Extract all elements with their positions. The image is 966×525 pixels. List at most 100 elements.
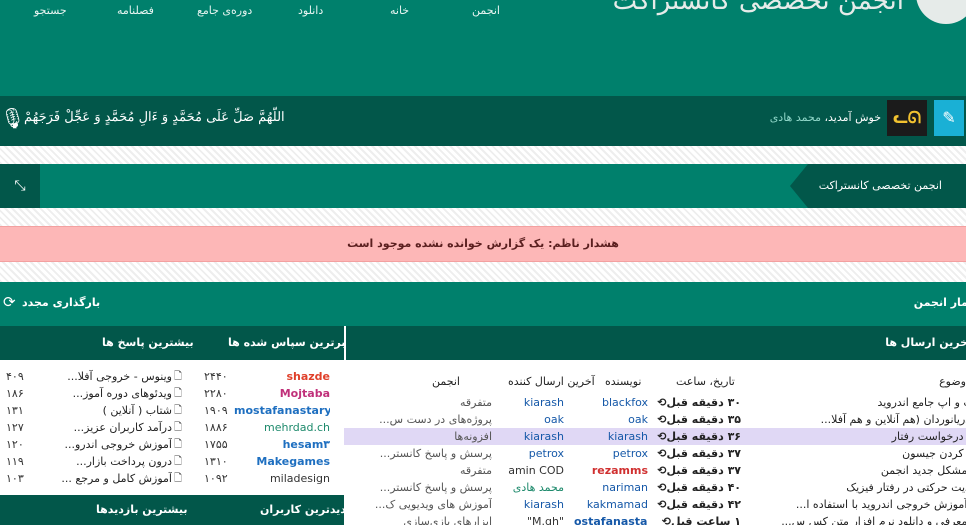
- author-link[interactable]: oak: [574, 411, 648, 428]
- nav-search[interactable]: جستجو: [34, 4, 67, 17]
- welcome-text: خوش آمدید، محمد هادی: [770, 111, 881, 124]
- topic-title-link[interactable]: مهممشکل جدید انجمن: [764, 462, 966, 479]
- nav-forum[interactable]: انجمن: [472, 4, 500, 17]
- col-datetime: تاریخ، ساعت: [676, 375, 735, 388]
- thanked-user-link[interactable]: mehrdad.ch: [234, 419, 330, 436]
- table-row[interactable]: مهممشکل جدید انجمن ۳۷ دقیقه قبل⟲ rezamms a…: [344, 462, 966, 479]
- post-time: ۳۷ دقیقه قبل⟲: [636, 445, 741, 462]
- avatar[interactable]: ᓚᘏ: [887, 100, 927, 136]
- most-replied-topic-link[interactable]: آموزش کامل و مرجع ...: [58, 470, 172, 487]
- document-icon: 🗋: [174, 456, 183, 467]
- table-row[interactable]: ذخیره کردن جیسون ۳۷ دقیقه قبل⟲ petrox petr…: [344, 445, 966, 462]
- last-poster-link[interactable]: kiarash: [504, 394, 564, 411]
- forum-link[interactable]: آموزش های ویدیویی ک...: [348, 496, 492, 513]
- last-poster-link[interactable]: oak: [504, 411, 564, 428]
- post-time-value: ۳۶ دقیقه قبل: [666, 430, 741, 443]
- post-time: ۳۰ دقیقه قبل⟲: [636, 394, 741, 411]
- thanks-count: ۱۰۹۲: [204, 472, 228, 485]
- reply-count: ۱۸۶: [6, 387, 24, 400]
- forum-link[interactable]: پرسش و پاسخ کانستر...: [348, 445, 492, 462]
- reply-count: ۴۰۹: [6, 370, 24, 383]
- thanked-user-link[interactable]: shazde: [234, 368, 330, 385]
- forum-link[interactable]: پرسش و پاسخ کانستر...: [348, 479, 492, 496]
- divider: [0, 146, 966, 164]
- forum-link[interactable]: ابزارهای بازی‌سازی: [348, 513, 492, 525]
- author-link[interactable]: blackfox: [574, 394, 648, 411]
- topic-title: محدودیت حرکتی در رفتار فیزیک: [846, 481, 966, 494]
- topic-title-link[interactable]: ذخیره کردن جیسون: [764, 445, 966, 462]
- thanks-count: ۱۹۰۹: [204, 404, 228, 417]
- goto-last-post-icon[interactable]: ⟲: [662, 515, 671, 525]
- table-row[interactable]: بازی دریانوردان (هم آنلاین و هم آفلا... ۳…: [344, 411, 966, 428]
- post-time-value: ۴۲ دقیقه قبل: [666, 498, 741, 511]
- author-link[interactable]: petrox: [574, 445, 648, 462]
- nav-course[interactable]: دوره‌ی جامع: [197, 4, 252, 17]
- topic-title: ذخیره کردن جیسون: [902, 447, 966, 460]
- thanked-user-link[interactable]: mostafanastary: [234, 402, 330, 419]
- panel-title-most-replies: بیشترین پاسخ ها: [102, 336, 194, 349]
- last-poster-link[interactable]: amin COD: [504, 462, 564, 479]
- divider: [0, 262, 966, 282]
- thanked-user-link[interactable]: miladesign: [234, 470, 330, 487]
- most-replied-topic-link[interactable]: ویدئوهای دوره آموز...: [58, 385, 172, 402]
- nav-download[interactable]: دانلود: [298, 4, 323, 17]
- last-poster-link[interactable]: petrox: [504, 445, 564, 462]
- most-replied-topic-link[interactable]: شتاب ( آنلاین ): [58, 402, 172, 419]
- thanked-user-link[interactable]: hesam۳: [234, 436, 330, 453]
- thanked-user-link[interactable]: Mojtaba: [234, 385, 330, 402]
- forum-link[interactable]: افزونه‌ها: [348, 428, 492, 445]
- most-replied-topic-link[interactable]: آموزش خروجی اندرو...: [58, 436, 172, 453]
- table-row[interactable]: مهمآموزش خروجی اندروید با استفاده ا... ۴۲…: [344, 496, 966, 513]
- last-poster-link[interactable]: "M.gh": [504, 513, 564, 525]
- table-row[interactable]: مارکت و اپ جامع اندروید ۳۰ دقیقه قبل⟲ bla…: [344, 394, 966, 411]
- nav-home[interactable]: خانه: [390, 4, 409, 17]
- thanks-count: ۲۴۴۰: [204, 370, 228, 383]
- topic-title: مشکل جدید انجمن: [880, 464, 966, 477]
- post-time-value: ۳۷ دقیقه قبل: [666, 464, 741, 477]
- reload-icon[interactable]: ⟳: [3, 293, 16, 311]
- latest-posts-header: [346, 326, 966, 360]
- forum-link[interactable]: پروژه‌های در دست س...: [348, 411, 492, 428]
- most-replied-topic-link[interactable]: درآمد کاربران عزیز...: [58, 419, 172, 436]
- thanks-count: ۱۷۵۵: [204, 438, 228, 451]
- last-poster-link[interactable]: kiarash: [504, 428, 564, 445]
- forum-link[interactable]: متفرقه: [348, 462, 492, 479]
- table-row[interactable]: مهممعرفی و دانلود نرم افزار متن کس س... ۱…: [344, 513, 966, 525]
- section-title-tab[interactable]: انجمن تخصصی کانستراکت: [790, 164, 966, 208]
- author-link[interactable]: rezamms: [574, 462, 648, 479]
- most-replied-topic-link[interactable]: وینوس - خروجی آفلا...: [58, 368, 172, 385]
- author-link[interactable]: ostafanastary: [574, 513, 648, 525]
- topic-title-link[interactable]: رفتاردرخواست رفتار: [764, 428, 966, 445]
- last-poster-link[interactable]: kiarash: [504, 496, 564, 513]
- username-link[interactable]: محمد هادی: [770, 111, 821, 124]
- author-link[interactable]: kiarash: [574, 428, 648, 445]
- site-brand: انجمن تخصصی کانستراکت: [612, 0, 904, 16]
- thanks-count: ۱۸۸۶: [204, 421, 228, 434]
- document-icon: 🗋: [174, 388, 183, 399]
- table-row[interactable]: رفتاردرخواست رفتار ۳۶ دقیقه قبل⟲ kiarash k…: [344, 428, 966, 445]
- panel-title-most-thanked: برترین سپاس شده ها: [228, 336, 346, 349]
- document-icon: 🗋: [174, 405, 183, 416]
- topic-title-link[interactable]: مهممعرفی و دانلود نرم افزار متن کس س...: [764, 513, 966, 525]
- topic-title-link[interactable]: مهمآموزش خروجی اندروید با استفاده ا...: [764, 496, 966, 513]
- topic-title-link[interactable]: بازی دریانوردان (هم آنلاین و هم آفلا...: [764, 411, 966, 428]
- reload-button[interactable]: بارگذاری مجدد: [22, 296, 100, 309]
- stats-title: مار انجمن: [913, 296, 966, 309]
- author-link[interactable]: kakmamad: [574, 496, 648, 513]
- expand-icon[interactable]: ⤡: [0, 164, 40, 208]
- topic-title-link[interactable]: محدودیت حرکتی در رفتار فیزیک: [764, 479, 966, 496]
- post-time-value: ۳۷ دقیقه قبل: [666, 447, 741, 460]
- thanked-user-link[interactable]: Makegames: [234, 453, 330, 470]
- microphone-icon[interactable]: 🎙: [0, 106, 25, 130]
- author-link[interactable]: nariman: [574, 479, 648, 496]
- pen-icon[interactable]: ✎: [934, 100, 964, 136]
- nav-quarterly[interactable]: فصلنامه: [117, 4, 154, 17]
- moderator-alert[interactable]: هشدار ناظم: یک گزارش خوانده نشده موجود ا…: [0, 226, 966, 262]
- forum-link[interactable]: متفرقه: [348, 394, 492, 411]
- table-row[interactable]: محدودیت حرکتی در رفتار فیزیک ۴۰ دقیقه قبل…: [344, 479, 966, 496]
- last-poster-link[interactable]: محمد هادی: [504, 479, 564, 496]
- reply-count: ۱۱۹: [6, 455, 24, 468]
- topic-title-link[interactable]: مارکت و اپ جامع اندروید: [764, 394, 966, 411]
- panel-title-newest-users: جدیدترین کاربران: [260, 503, 355, 516]
- most-replied-topic-link[interactable]: درون پرداخت بازار...: [58, 453, 172, 470]
